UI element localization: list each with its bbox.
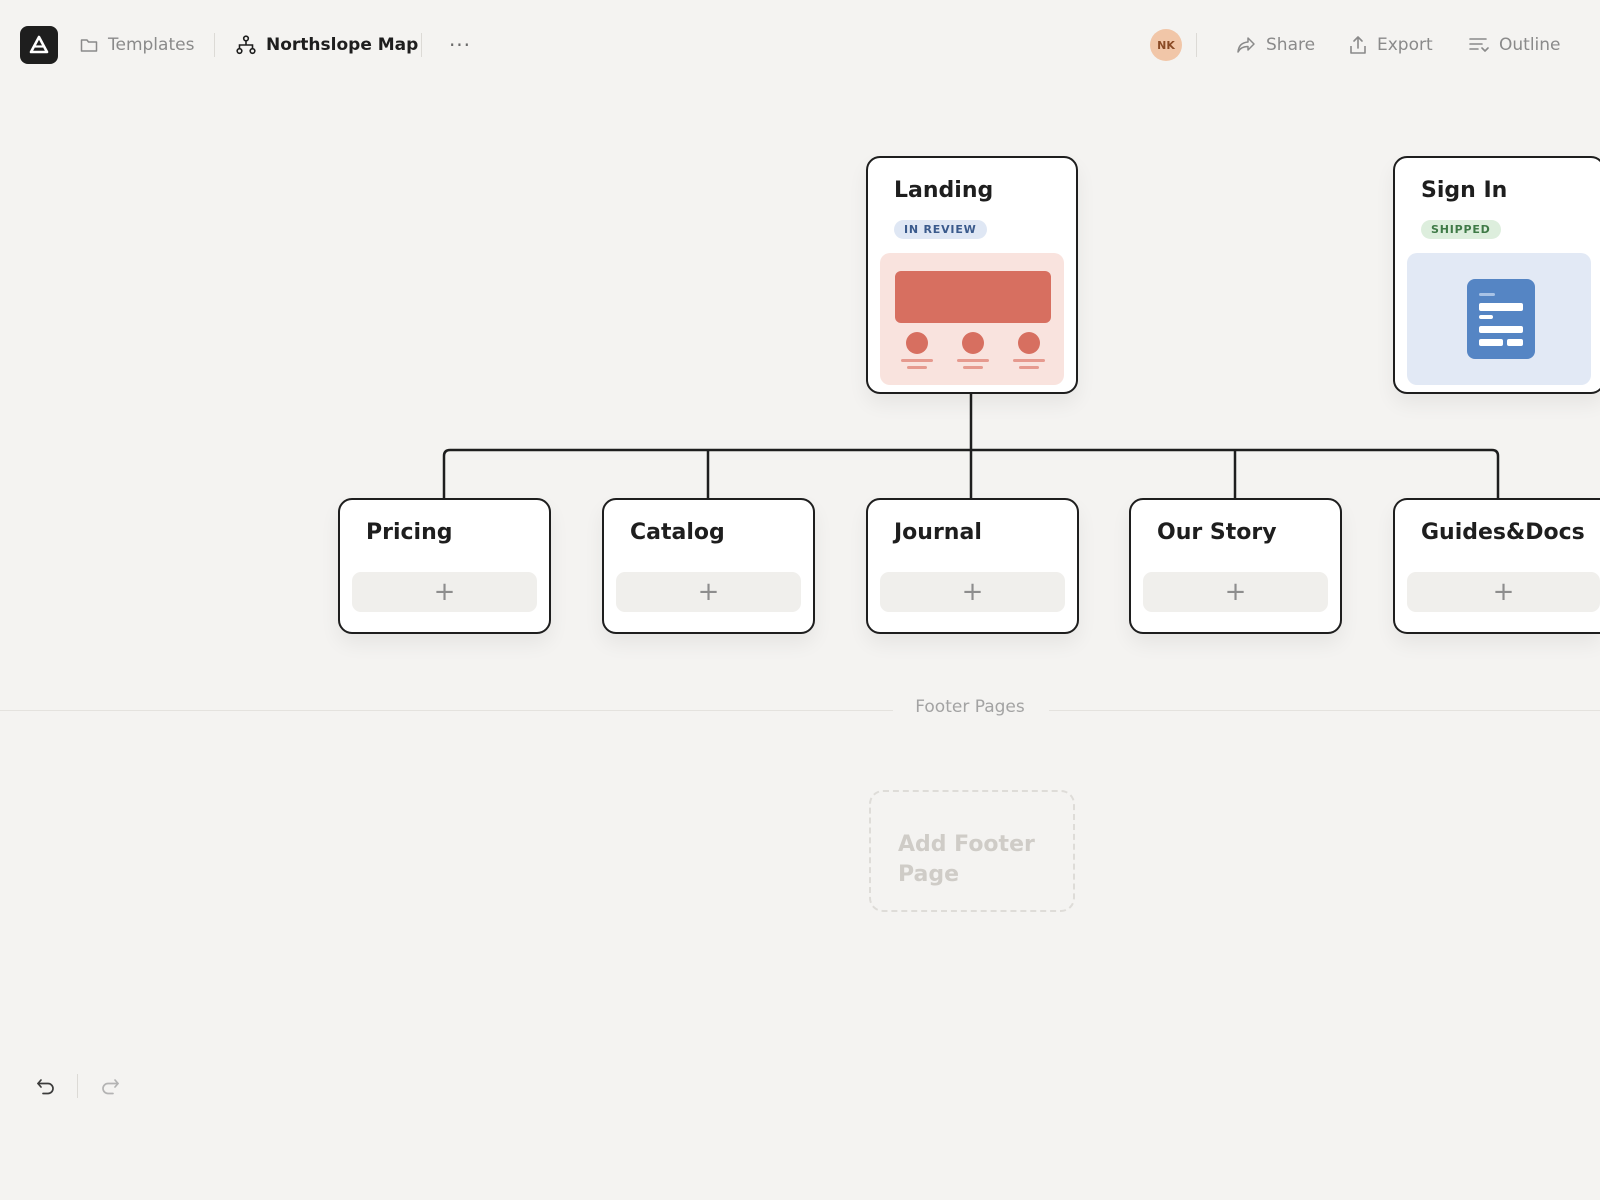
page-card-pricing[interactable]: Pricing + xyxy=(338,498,551,634)
add-subpage-button[interactable]: + xyxy=(1407,572,1600,612)
avatar-initials: NK xyxy=(1157,38,1175,52)
map-title: Northslope Map xyxy=(266,35,419,55)
folder-icon xyxy=(80,39,98,52)
tree-connectors xyxy=(442,394,1500,498)
plus-icon: + xyxy=(697,577,720,607)
status-badge-in-review: IN REVIEW xyxy=(894,220,987,239)
status-badge-shipped: SHIPPED xyxy=(1421,220,1501,239)
redo-button[interactable] xyxy=(94,1070,126,1102)
plus-icon: + xyxy=(1492,577,1515,607)
sitemap-canvas[interactable]: Landing IN REVIEW Sign In SHIPPED Pricin… xyxy=(0,90,1600,1200)
page-title: Sign In xyxy=(1421,178,1508,203)
breadcrumb-templates-label: Templates xyxy=(108,35,195,55)
add-subpage-button[interactable]: + xyxy=(616,572,801,612)
history-divider xyxy=(77,1074,78,1098)
share-icon xyxy=(1237,37,1255,53)
add-footer-page-label: Add Footer Page xyxy=(898,832,1035,887)
outline-label: Outline xyxy=(1499,35,1561,55)
add-subpage-button[interactable]: + xyxy=(352,572,537,612)
add-subpage-button[interactable]: + xyxy=(880,572,1065,612)
app-logo[interactable] xyxy=(20,26,58,64)
breadcrumb-current-map[interactable]: Northslope Map xyxy=(236,31,418,59)
page-title: Our Story xyxy=(1157,520,1277,545)
page-title: Landing xyxy=(894,178,994,203)
plus-icon: + xyxy=(1224,577,1247,607)
sitemap-icon xyxy=(236,35,256,55)
undo-button[interactable] xyxy=(30,1070,62,1102)
breadcrumb-templates[interactable]: Templates xyxy=(80,31,194,59)
breadcrumb-divider xyxy=(421,33,422,57)
plus-icon: + xyxy=(433,577,456,607)
breadcrumb-divider xyxy=(214,33,215,57)
toolbar-divider xyxy=(1196,33,1197,57)
page-title: Catalog xyxy=(630,520,725,545)
more-options-button[interactable]: ··· xyxy=(446,31,474,59)
more-icon: ··· xyxy=(448,33,472,57)
top-bar: Templates Northslope Map ··· NK Share Ex… xyxy=(0,0,1600,90)
outline-button[interactable]: Outline xyxy=(1469,31,1561,59)
share-button[interactable]: Share xyxy=(1236,31,1315,59)
page-preview xyxy=(1407,253,1591,385)
page-card-journal[interactable]: Journal + xyxy=(866,498,1079,634)
footer-divider xyxy=(1049,710,1600,711)
page-card-guides-docs[interactable]: Guides&Docs + xyxy=(1393,498,1600,634)
page-card-landing[interactable]: Landing IN REVIEW xyxy=(866,156,1078,394)
page-card-sign-in[interactable]: Sign In SHIPPED xyxy=(1393,156,1600,394)
page-title: Guides&Docs xyxy=(1421,520,1585,545)
add-footer-page-button[interactable]: Add Footer Page xyxy=(869,790,1075,912)
layout-wireframe-icon xyxy=(895,271,1051,369)
document-icon xyxy=(1467,279,1535,359)
page-title: Journal xyxy=(894,520,982,545)
footer-divider xyxy=(0,710,893,711)
redo-icon xyxy=(102,1079,119,1095)
user-avatar[interactable]: NK xyxy=(1150,29,1182,61)
page-preview xyxy=(880,253,1064,385)
share-label: Share xyxy=(1266,35,1316,55)
page-card-catalog[interactable]: Catalog + xyxy=(602,498,815,634)
outline-list-icon xyxy=(1469,38,1489,52)
footer-section-label: Footer Pages xyxy=(915,697,1025,717)
add-subpage-button[interactable]: + xyxy=(1143,572,1328,612)
export-button[interactable]: Export xyxy=(1349,31,1433,59)
undo-icon xyxy=(37,1079,54,1095)
export-label: Export xyxy=(1377,35,1433,55)
export-icon xyxy=(1350,36,1366,54)
page-card-our-story[interactable]: Our Story + xyxy=(1129,498,1342,634)
logo-icon xyxy=(29,35,49,54)
page-title: Pricing xyxy=(366,520,453,545)
plus-icon: + xyxy=(961,577,984,607)
